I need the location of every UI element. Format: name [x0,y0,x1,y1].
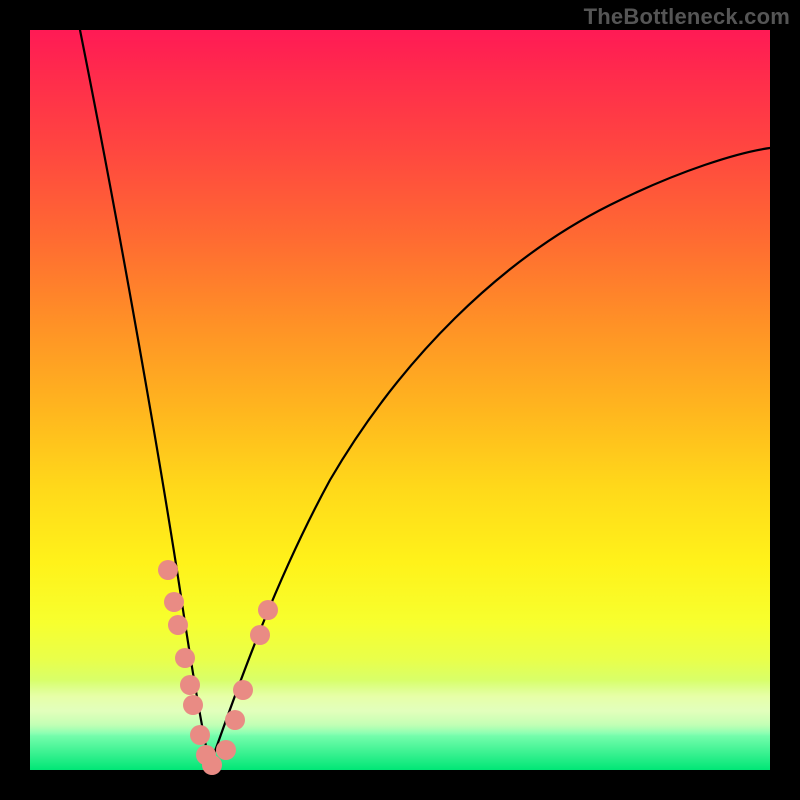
data-point [168,615,188,635]
data-point [250,625,270,645]
curve-right-branch [210,148,770,765]
data-point [175,648,195,668]
highlight-band [30,680,770,736]
curve-layer [30,30,770,770]
data-point [258,600,278,620]
watermark-text: TheBottleneck.com [584,4,790,30]
data-point [164,592,184,612]
plot-area [30,30,770,770]
chart-frame: TheBottleneck.com [0,0,800,800]
data-point [190,725,210,745]
data-point [233,680,253,700]
data-point [180,675,200,695]
data-point [158,560,178,580]
data-point [225,710,245,730]
data-point [183,695,203,715]
data-point [216,740,236,760]
